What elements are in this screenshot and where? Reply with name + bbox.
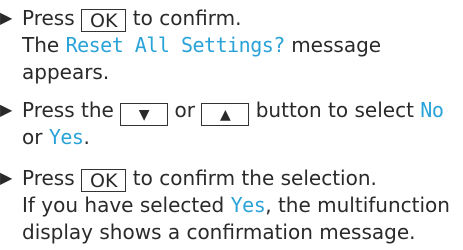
- text: or: [174, 98, 196, 122]
- display-message-reset: Reset All Settings?: [65, 33, 286, 57]
- step-3-line-2: If you have selected Yes, the multifunct…: [22, 193, 450, 217]
- step-2-line-2: or Yes.: [22, 125, 90, 149]
- text: display shows a confirmation message.: [22, 220, 416, 244]
- bullet-arrow-icon: ▶: [0, 100, 13, 119]
- step-3-line-3: display shows a confirmation message.: [22, 220, 415, 244]
- text: or: [22, 125, 43, 149]
- text: message: [291, 33, 382, 57]
- up-arrow-key-icon: ▲: [201, 103, 250, 126]
- text: Press: [22, 166, 75, 190]
- text: appears.: [22, 60, 110, 84]
- step-1-line-3: appears.: [22, 60, 109, 84]
- text: to confirm.: [132, 6, 242, 30]
- bullet-arrow-icon: ▶: [0, 168, 13, 187]
- text: .: [83, 125, 90, 149]
- bullet-arrow-icon: ▶: [0, 8, 13, 27]
- display-option-yes: Yes: [48, 125, 84, 149]
- step-2-line-1: Press the ▼ or ▲ button to select No: [22, 98, 444, 126]
- step-1-line-2: The Reset All Settings? message: [22, 33, 381, 57]
- step-1-line-1: Press OK to confirm.: [22, 6, 241, 32]
- display-option-no: No: [420, 98, 444, 122]
- text: The: [22, 33, 60, 57]
- text: If you have selected: [22, 193, 225, 217]
- text: button to select: [255, 98, 414, 122]
- down-arrow-key-icon: ▼: [120, 103, 169, 126]
- step-3-line-1: Press OK to confirm the selection.: [22, 166, 377, 192]
- text: Press: [22, 6, 75, 30]
- text: , the multifunction: [265, 193, 450, 217]
- ok-key: OK: [81, 9, 127, 32]
- text: to confirm the selection.: [132, 166, 377, 190]
- ok-key: OK: [81, 169, 127, 192]
- display-option-yes: Yes: [230, 193, 266, 217]
- text: Press the: [22, 98, 114, 122]
